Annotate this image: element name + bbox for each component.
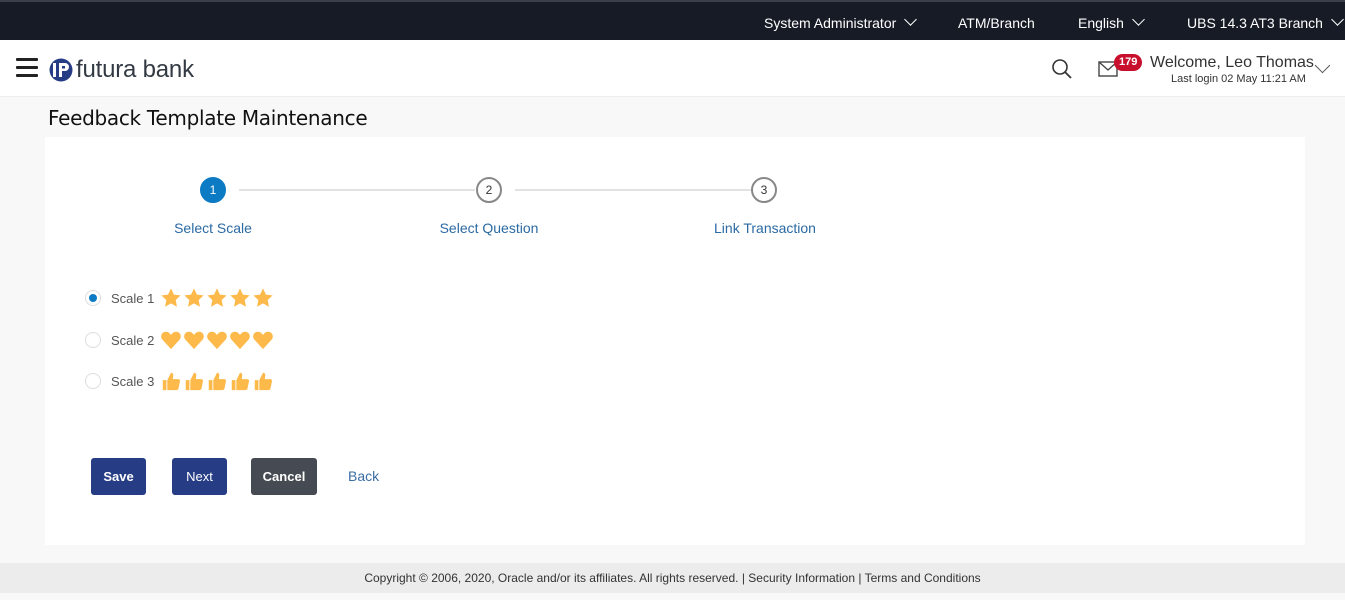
menu-icon[interactable] [16, 58, 38, 78]
heart-icon [184, 331, 204, 350]
app-header: futura bank 179 Welcome, Leo Thomas Last… [0, 40, 1345, 97]
next-button[interactable]: Next [172, 458, 227, 495]
page-title: Feedback Template Maintenance [48, 106, 368, 130]
copyright-text: Copyright © 2006, 2020, Oracle and/or it… [364, 571, 739, 585]
cancel-button[interactable]: Cancel [251, 458, 317, 495]
star-icon [207, 288, 227, 307]
logo-icon [49, 58, 73, 82]
last-login-text: Last login 02 May 11:21 AM [1171, 73, 1306, 85]
star-rating-icons [160, 287, 275, 309]
scale-option-3[interactable]: Scale 3 [85, 369, 275, 393]
step-1-label[interactable]: Select Scale [174, 220, 252, 236]
chevron-down-icon [904, 13, 918, 26]
footer-separator: | [858, 571, 862, 585]
thumbs-up-icon [162, 372, 181, 391]
scale-option-1[interactable]: Scale 1 [85, 286, 275, 310]
step-2-label[interactable]: Select Question [440, 220, 539, 236]
heart-icon [161, 331, 181, 350]
template-card: 1 2 3 Select Scale Select Question Link … [45, 137, 1305, 545]
top-bar: System Administrator ATM/Branch English … [0, 0, 1345, 40]
notification-badge[interactable]: 179 [1114, 54, 1143, 71]
scale-1-radio[interactable] [85, 290, 101, 306]
thumbs-up-icon [254, 372, 273, 391]
step-3-indicator[interactable]: 3 [751, 177, 777, 203]
stepper-connector [239, 189, 475, 191]
star-icon [230, 288, 250, 307]
thumbs-up-rating-icons [160, 370, 275, 392]
star-icon [161, 288, 181, 307]
thumbs-up-icon [185, 372, 204, 391]
role-label: System Administrator [764, 15, 897, 31]
entity-label: ATM/Branch [958, 15, 1035, 31]
role-dropdown[interactable]: System Administrator [764, 2, 918, 42]
search-icon[interactable] [1051, 58, 1073, 80]
star-icon [253, 288, 273, 307]
brand-logo[interactable]: futura bank [49, 56, 194, 84]
thumbs-up-icon [208, 372, 227, 391]
language-label: English [1078, 15, 1124, 31]
scale-1-label: Scale 1 [111, 290, 155, 306]
footer-separator: | [741, 571, 745, 585]
entity-link[interactable]: ATM/Branch [958, 2, 1035, 42]
scale-2-label: Scale 2 [111, 332, 155, 348]
heart-icon [207, 331, 227, 350]
scale-2-radio[interactable] [85, 332, 101, 348]
scale-3-radio[interactable] [85, 373, 101, 389]
back-link[interactable]: Back [348, 468, 379, 484]
security-information-link[interactable]: Security Information [748, 571, 855, 585]
thumbs-up-icon [231, 372, 250, 391]
step-3-label[interactable]: Link Transaction [714, 220, 816, 236]
scale-3-label: Scale 3 [111, 373, 155, 389]
welcome-text: Welcome, Leo Thomas [1150, 54, 1314, 71]
heart-rating-icons [160, 329, 275, 351]
scale-option-2[interactable]: Scale 2 [85, 328, 275, 352]
heart-icon [230, 331, 250, 350]
terms-and-conditions-link[interactable]: Terms and Conditions [865, 571, 981, 585]
star-icon [184, 288, 204, 307]
branch-label: UBS 14.3 AT3 Branch [1187, 15, 1323, 31]
brand-name: futura bank [76, 56, 194, 83]
step-1-indicator[interactable]: 1 [200, 177, 226, 203]
save-button[interactable]: Save [91, 458, 146, 495]
stepper-connector [515, 189, 751, 191]
chevron-down-icon [1331, 13, 1344, 26]
footer: Copyright © 2006, 2020, Oracle and/or it… [0, 563, 1345, 593]
chevron-down-icon [1132, 13, 1145, 26]
step-2-indicator[interactable]: 2 [476, 177, 502, 203]
chevron-down-icon[interactable] [1314, 57, 1331, 74]
branch-dropdown[interactable]: UBS 14.3 AT3 Branch [1187, 2, 1344, 42]
heart-icon [253, 331, 273, 350]
language-dropdown[interactable]: English [1078, 2, 1145, 42]
